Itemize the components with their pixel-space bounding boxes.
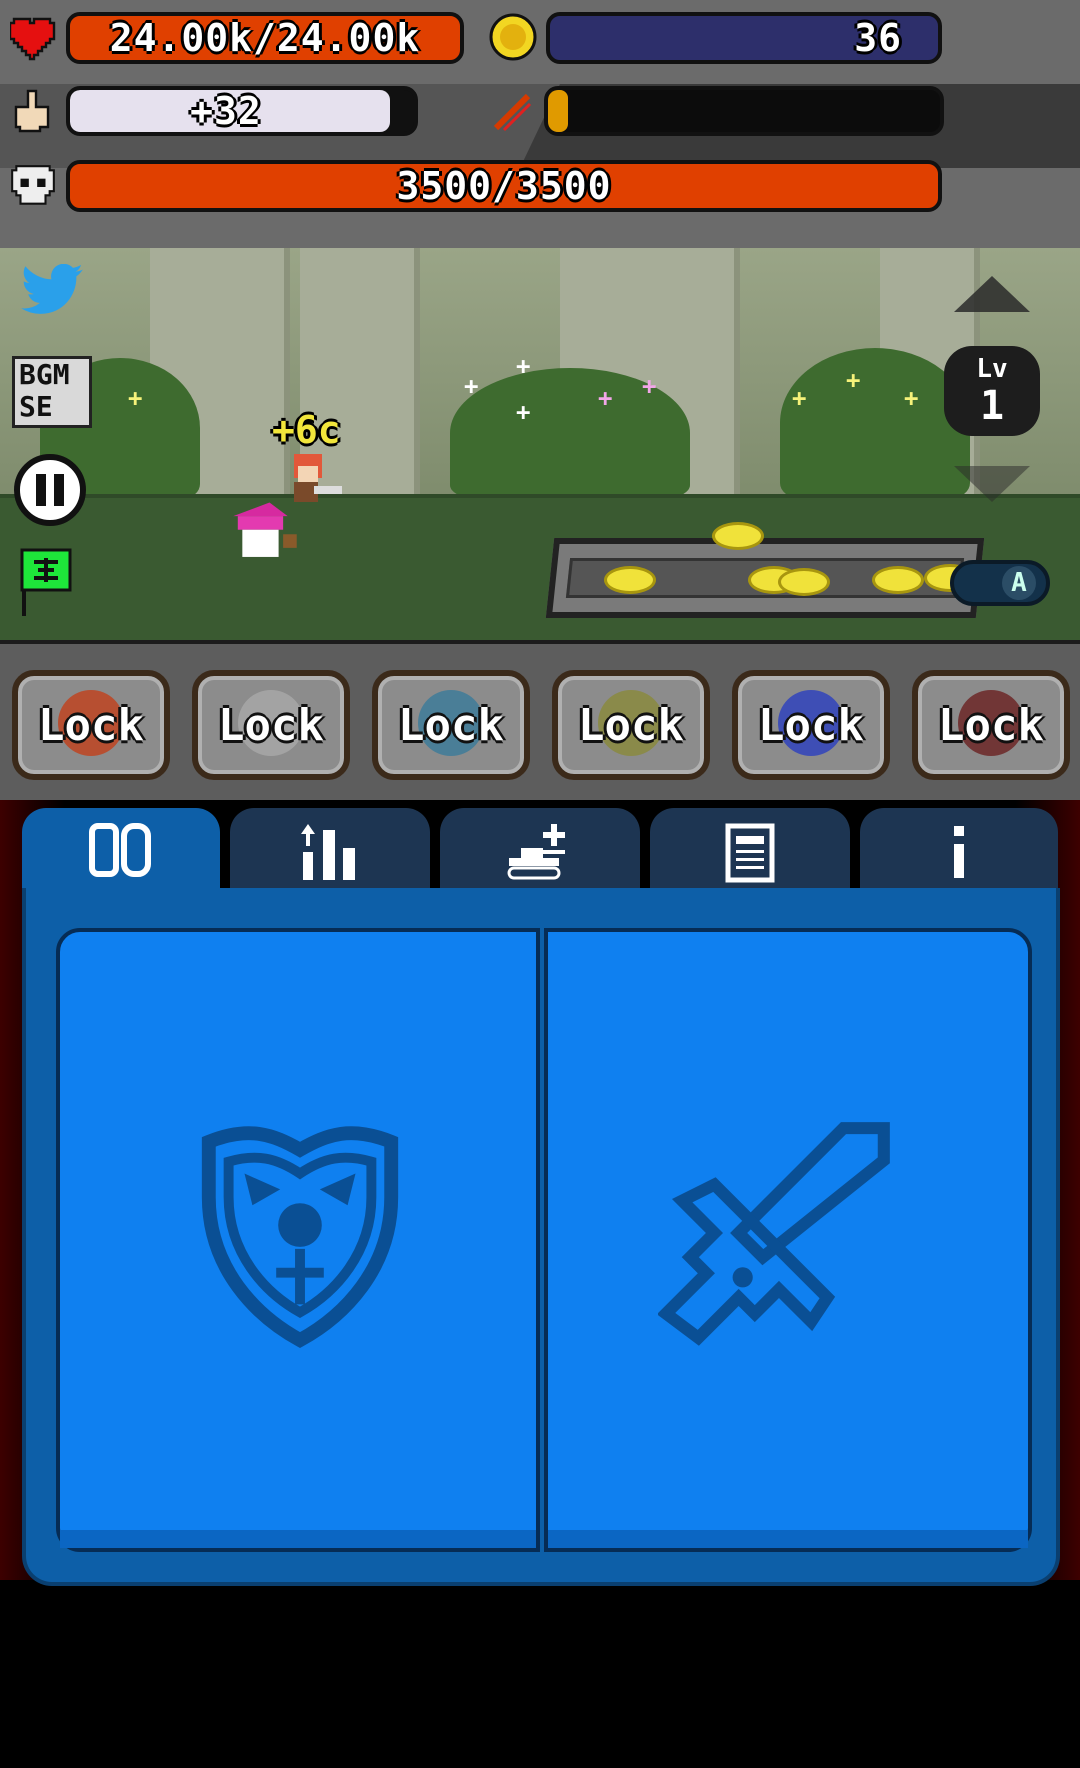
skill-slot-swords[interactable]: Lock xyxy=(372,670,530,780)
tab-info[interactable] xyxy=(860,808,1058,892)
battle-scene[interactable]: + + + + + + + + + + + BGM SE Lv 1 +6c xyxy=(0,248,1080,640)
skull-icon xyxy=(11,165,55,205)
pointing-hand-icon xyxy=(14,89,50,133)
skill-slot-slime[interactable]: Lock xyxy=(192,670,350,780)
tap-damage-text: +32 xyxy=(190,89,262,133)
level-label: Lv xyxy=(976,354,1008,384)
auto-toggle[interactable]: A xyxy=(950,560,1050,606)
hp-text: 24.00k/24.00k xyxy=(109,16,421,60)
tab-tank-upgrade[interactable] xyxy=(440,808,640,892)
card-panel xyxy=(22,888,1060,1586)
enemy-hp-text: 3500/3500 xyxy=(396,164,612,208)
attack-card[interactable] xyxy=(544,928,1032,1552)
shield-icon xyxy=(201,1126,399,1348)
hero-mage xyxy=(233,502,297,557)
level-value: 1 xyxy=(979,383,1005,429)
se-label: SE xyxy=(19,390,53,423)
hp-bar: 24.00k/24.00k xyxy=(66,12,464,64)
enemy-hp-bar: 3500/3500 xyxy=(66,160,942,212)
level-up-arrow[interactable] xyxy=(952,274,1032,314)
skill-lock-label: Lock xyxy=(398,699,504,751)
coin-bar: 36 xyxy=(546,12,942,64)
level-display: Lv 1 xyxy=(944,346,1040,436)
skill-lock-label: Lock xyxy=(218,699,324,751)
pause-button[interactable] xyxy=(14,454,86,526)
dropped-coin[interactable] xyxy=(778,568,830,596)
skill-lock-label: Lock xyxy=(938,699,1044,751)
skill-charge-fill xyxy=(548,90,568,132)
tab-cards[interactable] xyxy=(22,808,220,892)
coin-count: 36 xyxy=(854,16,902,60)
coin-icon xyxy=(489,13,537,61)
skill-lock-label: Lock xyxy=(758,699,864,751)
auto-badge: A xyxy=(1002,566,1036,600)
pause-icon xyxy=(36,474,46,506)
dropped-coin[interactable] xyxy=(604,566,656,594)
defense-card[interactable] xyxy=(56,928,540,1552)
tab-log[interactable] xyxy=(650,808,850,892)
tank-plus-icon xyxy=(507,824,565,880)
heart-icon xyxy=(10,17,56,61)
skill-slot-potion[interactable]: Lock xyxy=(732,670,890,780)
red-slash-icon xyxy=(493,93,532,132)
skill-slot-fire[interactable]: Lock xyxy=(12,670,170,780)
bgm-label: BGM xyxy=(19,358,70,391)
cards-icon xyxy=(89,823,151,877)
dropped-coin[interactable] xyxy=(872,566,924,594)
skill-lock-label: Lock xyxy=(38,699,144,751)
sound-toggle[interactable]: BGM SE xyxy=(12,356,92,428)
skill-charge-bar xyxy=(544,86,944,136)
skill-slot-coins[interactable]: Lock xyxy=(552,670,710,780)
tab-stats[interactable] xyxy=(230,808,430,892)
hud: 24.00k/24.00k 36 +32 3500/3500 xyxy=(0,0,1080,248)
dropped-coin[interactable] xyxy=(712,522,764,550)
twitter-bird-icon[interactable] xyxy=(18,264,86,320)
skill-row: Lock Lock Lock Lock Lock Lock xyxy=(0,640,1080,800)
level-down-arrow[interactable] xyxy=(952,464,1032,504)
skill-lock-label: Lock xyxy=(578,699,684,751)
green-flag-icon[interactable] xyxy=(16,548,76,618)
document-icon xyxy=(725,823,775,883)
info-icon xyxy=(954,826,964,878)
reward-popup: +6c xyxy=(272,408,341,452)
sword-icon xyxy=(658,1122,890,1346)
skill-slot-jaw[interactable]: Lock xyxy=(912,670,1070,780)
stats-up-icon xyxy=(301,824,355,880)
tap-bar: +32 xyxy=(66,86,418,136)
